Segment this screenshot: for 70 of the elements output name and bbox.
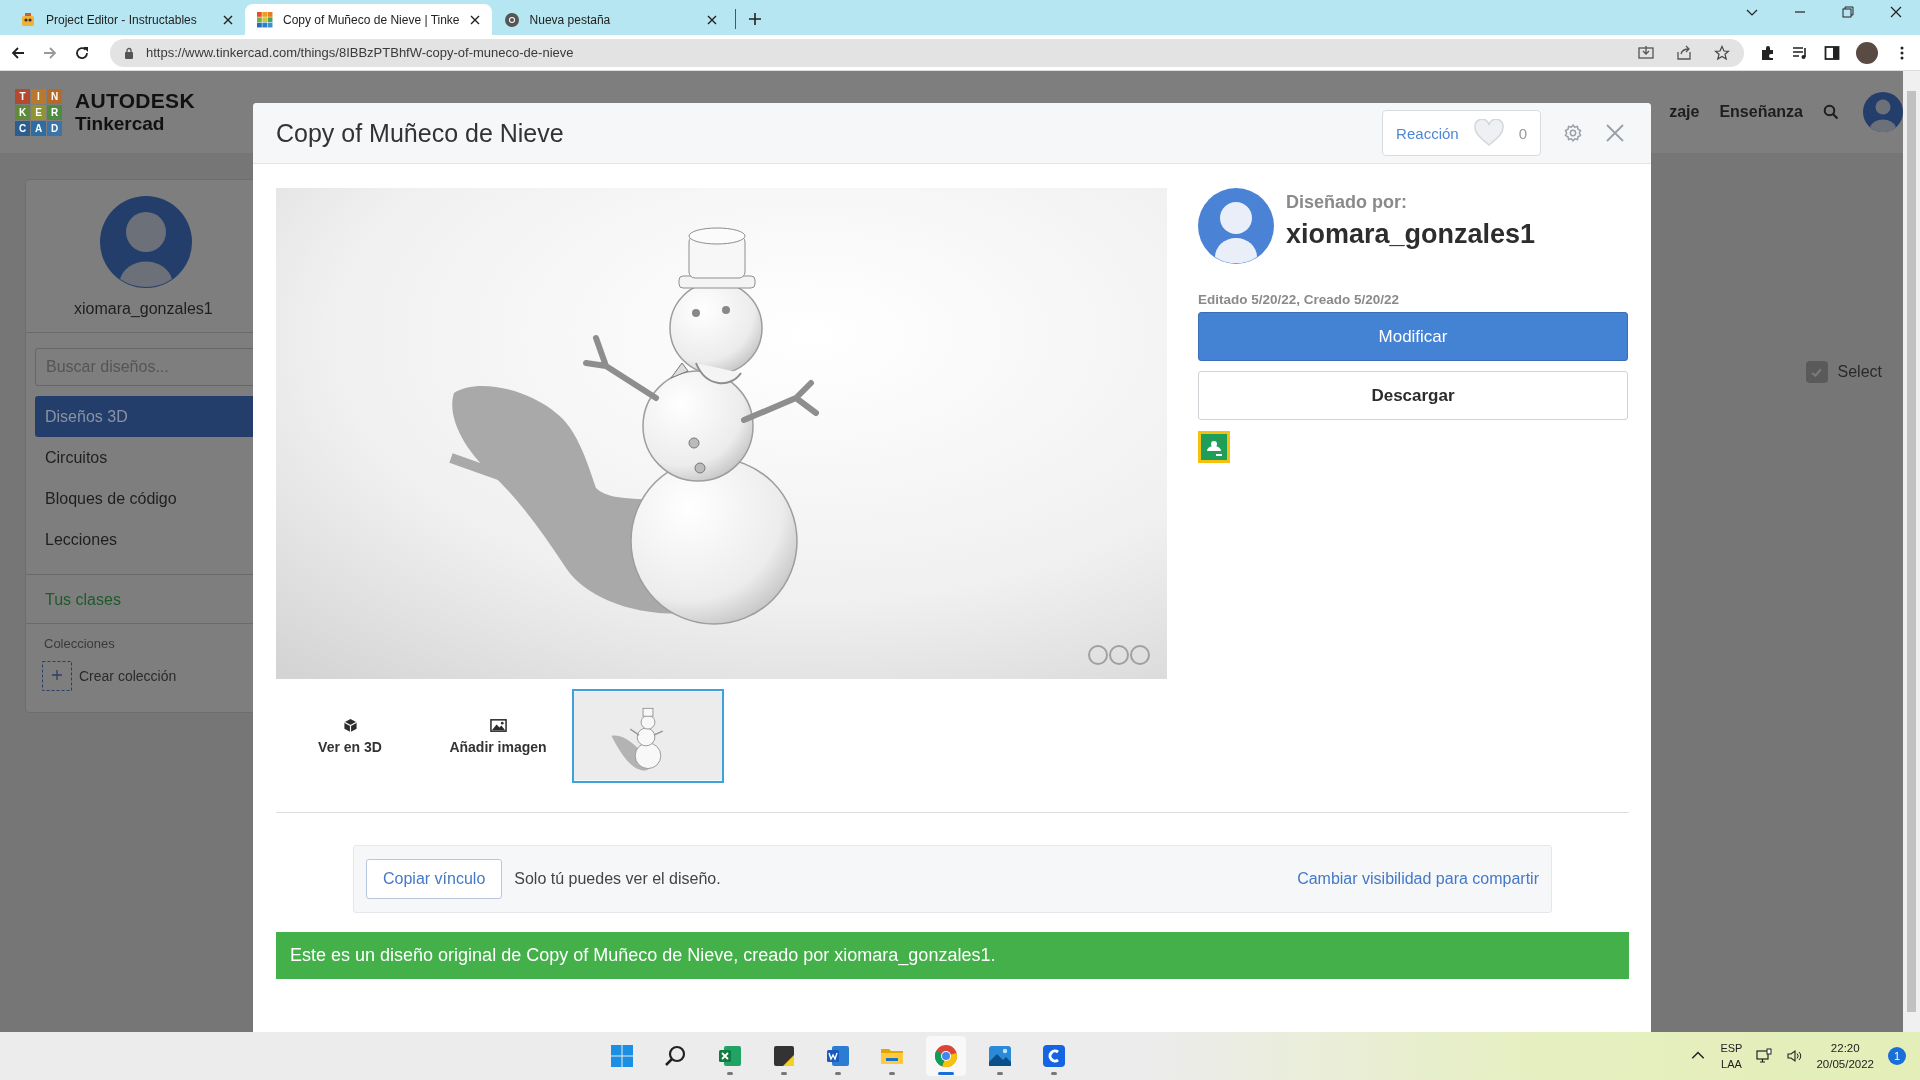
user-avatar-icon[interactable] xyxy=(1863,92,1903,132)
product-name: Tinkercad xyxy=(75,113,166,135)
forward-arrow-icon[interactable] xyxy=(42,44,58,61)
user-avatar-icon xyxy=(100,196,192,288)
edit-dates: Editado 5/20/22, Creado 5/20/22 xyxy=(1198,292,1401,307)
create-collection-link[interactable]: Crear colección xyxy=(42,661,286,691)
cc-license-icon xyxy=(1088,645,1150,665)
grid-icon xyxy=(610,1044,635,1068)
collections-heading: Colecciones xyxy=(44,636,116,651)
close-icon[interactable] xyxy=(1889,4,1903,19)
grid-icon xyxy=(257,11,273,28)
thumbnail[interactable] xyxy=(572,689,724,783)
document-icon xyxy=(826,1044,851,1068)
notification-badge[interactable]: 1 xyxy=(1888,1047,1906,1065)
lock-icon xyxy=(124,46,134,59)
designer-name[interactable]: xiomara_gonzales1 xyxy=(1286,219,1536,250)
modify-button[interactable]: Modificar xyxy=(1198,312,1628,361)
visibility-note: Solo tú puedes ver el diseño. xyxy=(514,870,721,888)
browser-icon xyxy=(934,1044,959,1068)
browser-tab[interactable]: Nueva pestaña xyxy=(491,4,729,35)
share-icon[interactable] xyxy=(1676,44,1692,61)
back-arrow-icon[interactable] xyxy=(10,44,26,61)
volume-icon[interactable] xyxy=(1786,1048,1803,1064)
close-icon[interactable] xyxy=(706,14,717,25)
reaction-button[interactable]: Reacción 0 xyxy=(1382,110,1541,156)
language-indicator[interactable]: ESP LAA xyxy=(1720,1040,1743,1072)
select-label: Select xyxy=(1837,363,1882,381)
brand-name: AUTODESK xyxy=(75,89,195,113)
address-field[interactable]: https://www.tinkercad.com/things/8IBBzPTBhfW-copy-of-muneco-de-nieve xyxy=(110,38,1744,67)
network-icon[interactable] xyxy=(1756,1048,1773,1064)
reload-icon[interactable] xyxy=(74,44,90,61)
plus-icon xyxy=(42,661,72,691)
designer-heading: Diseñado por: xyxy=(1286,192,1408,213)
photos-icon xyxy=(988,1044,1013,1068)
browser-logo-icon xyxy=(503,11,520,28)
user-avatar-icon xyxy=(1198,188,1274,264)
heart-icon xyxy=(1472,119,1505,147)
new-tab-icon[interactable] xyxy=(747,12,762,26)
checkbox[interactable] xyxy=(1805,361,1828,383)
download-button[interactable]: Descargar xyxy=(1198,371,1628,420)
playlist-icon[interactable] xyxy=(1792,44,1808,61)
clock[interactable]: 22:20 20/05/2022 xyxy=(1816,1040,1874,1072)
change-visibility-link[interactable]: Cambiar visibilidad para compartir xyxy=(1297,870,1539,888)
search-icon[interactable] xyxy=(1823,104,1839,120)
app-icon xyxy=(1042,1044,1067,1068)
media-action-button[interactable]: Añadir imagen xyxy=(424,717,572,755)
media-action-button[interactable]: Ver en 3D xyxy=(276,717,424,755)
profile-avatar[interactable] xyxy=(1856,41,1878,64)
star-icon[interactable] xyxy=(1714,44,1730,61)
close-icon[interactable] xyxy=(223,14,233,25)
nav-link[interactable]: zaje xyxy=(1669,103,1700,121)
install-icon[interactable] xyxy=(1638,44,1654,61)
restore-icon[interactable] xyxy=(1841,4,1855,19)
browser-tab[interactable]: Project Editor - Instructables xyxy=(8,4,245,35)
classroom-share-icon[interactable] xyxy=(1198,431,1230,463)
cube-icon xyxy=(341,717,359,733)
nav-link[interactable]: Enseñanza xyxy=(1719,103,1803,121)
dialog-title: Copy of Muñeco de Nieve xyxy=(276,118,564,148)
puzzle-icon[interactable] xyxy=(1760,44,1776,61)
robot-icon xyxy=(20,11,36,28)
side-panel-icon[interactable] xyxy=(1824,44,1840,61)
scrollbar[interactable] xyxy=(1903,71,1920,1032)
image-icon xyxy=(489,717,507,733)
original-design-banner: Este es un diseño original de Copy of Muñeco de Nieve, creado por xiomara_gonzales1. xyxy=(276,932,1629,979)
copy-link-button[interactable]: Copiar vínculo xyxy=(366,859,503,899)
sticky-note-icon xyxy=(772,1044,797,1068)
spreadsheet-icon xyxy=(718,1044,743,1068)
close-icon[interactable] xyxy=(469,14,480,25)
username: xiomara_gonzales1 xyxy=(74,300,214,318)
browser-tab[interactable]: Copy of Muñeco de Nieve | Tinke xyxy=(245,4,492,35)
